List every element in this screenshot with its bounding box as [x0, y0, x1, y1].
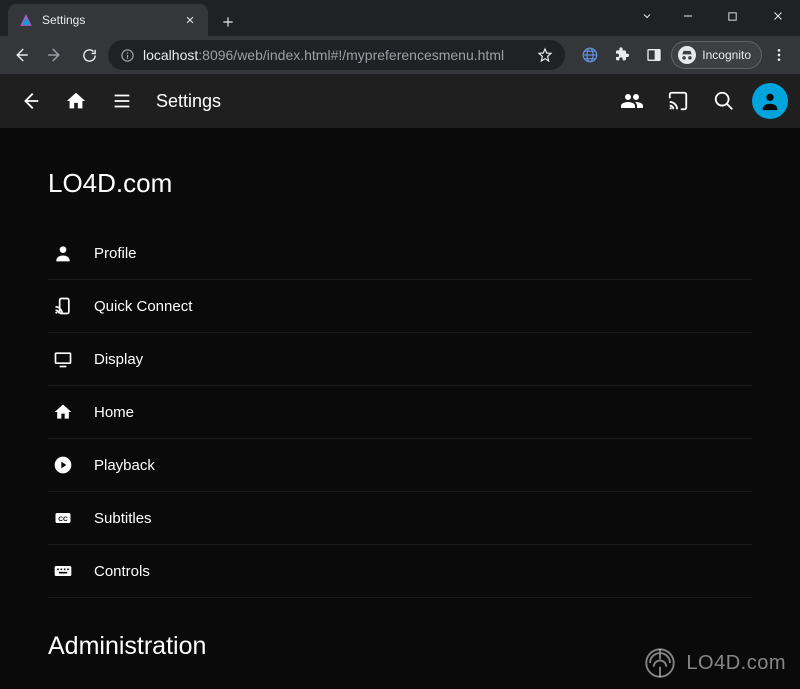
nav-reload-button[interactable] — [74, 40, 104, 70]
menu-item-label: Display — [94, 351, 143, 368]
svg-text:CC: CC — [58, 516, 68, 523]
menu-item-label: Profile — [94, 245, 137, 262]
browser-tab[interactable]: Settings — [8, 4, 208, 36]
nav-back-button[interactable] — [6, 40, 36, 70]
display-icon — [52, 348, 74, 370]
person-icon — [52, 242, 74, 264]
settings-menu-list: Profile Quick Connect Display Home — [48, 227, 752, 598]
window-controls — [629, 0, 800, 32]
app-viewport: Settings LO4D.com Profile — [0, 74, 800, 689]
syncplay-icon[interactable] — [614, 83, 650, 119]
new-tab-button[interactable] — [214, 8, 242, 36]
browser-titlebar: Settings — [0, 0, 800, 36]
tab-close-button[interactable] — [182, 12, 198, 28]
bookmark-star-icon[interactable] — [537, 47, 553, 63]
tab-search-button[interactable] — [629, 0, 665, 32]
app-header: Settings — [0, 74, 800, 128]
menu-item-quick-connect[interactable]: Quick Connect — [48, 280, 752, 333]
window-close-button[interactable] — [755, 0, 800, 32]
content-area: LO4D.com Profile Quick Connect Display — [0, 128, 800, 681]
browser-toolbar: localhost:8096/web/index.html#!/myprefer… — [0, 36, 800, 74]
incognito-label: Incognito — [702, 48, 751, 62]
incognito-badge[interactable]: Incognito — [671, 41, 762, 69]
menu-item-profile[interactable]: Profile — [48, 227, 752, 280]
menu-item-subtitles[interactable]: CC Subtitles — [48, 492, 752, 545]
tab-title: Settings — [42, 13, 174, 27]
menu-item-label: Playback — [94, 457, 155, 474]
menu-item-label: Subtitles — [94, 510, 152, 527]
cc-icon: CC — [52, 507, 74, 529]
watermark-text: LO4D.com — [686, 652, 786, 675]
extensions-icon[interactable] — [607, 40, 637, 70]
toolbar-right: Incognito — [569, 40, 794, 70]
url-text: localhost:8096/web/index.html#!/myprefer… — [143, 47, 504, 63]
site-info-icon[interactable] — [120, 48, 135, 63]
watermark: LO4D.com — [644, 647, 786, 679]
menu-item-label: Home — [94, 404, 134, 421]
watermark-logo-icon — [644, 647, 676, 679]
globe-icon[interactable] — [575, 40, 605, 70]
header-home-button[interactable] — [58, 83, 94, 119]
menu-item-display[interactable]: Display — [48, 333, 752, 386]
menu-item-playback[interactable]: Playback — [48, 439, 752, 492]
page-title: Settings — [156, 91, 221, 112]
browser-menu-icon[interactable] — [764, 40, 794, 70]
header-menu-button[interactable] — [104, 83, 140, 119]
nav-forward-button[interactable] — [40, 40, 70, 70]
menu-item-label: Quick Connect — [94, 298, 192, 315]
url-path: :8096/web/index.html#!/mypreferencesmenu… — [198, 47, 504, 63]
menu-item-label: Controls — [94, 563, 150, 580]
window-maximize-button[interactable] — [710, 0, 755, 32]
jellyfin-favicon — [18, 12, 34, 28]
menu-item-controls[interactable]: Controls — [48, 545, 752, 598]
side-panel-icon[interactable] — [639, 40, 669, 70]
address-bar[interactable]: localhost:8096/web/index.html#!/myprefer… — [108, 40, 565, 70]
search-icon[interactable] — [706, 83, 742, 119]
window-minimize-button[interactable] — [665, 0, 710, 32]
cast-connect-icon — [52, 295, 74, 317]
play-icon — [52, 454, 74, 476]
keyboard-icon — [52, 560, 74, 582]
tab-strip: Settings — [0, 0, 242, 36]
home-icon — [52, 401, 74, 423]
header-back-button[interactable] — [12, 83, 48, 119]
cast-icon[interactable] — [660, 83, 696, 119]
user-avatar[interactable] — [752, 83, 788, 119]
user-section-title: LO4D.com — [48, 168, 752, 199]
url-host: localhost — [143, 47, 198, 63]
incognito-icon — [678, 46, 696, 64]
menu-item-home[interactable]: Home — [48, 386, 752, 439]
